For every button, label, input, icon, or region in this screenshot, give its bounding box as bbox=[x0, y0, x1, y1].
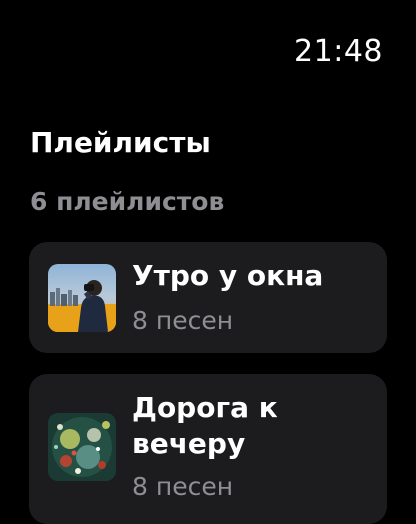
playlist-title: Дорога к вечеру bbox=[132, 391, 278, 460]
playlist-song-count: 8 песен bbox=[132, 472, 234, 501]
playlist-song-count: 8 песен bbox=[132, 306, 234, 335]
playlist-title: Утро у окна bbox=[132, 259, 324, 292]
playlist-count: 6 плейлистов bbox=[30, 187, 225, 216]
playlist-card-utro-u-okna[interactable]: Утро у окна 8 песен bbox=[29, 242, 387, 353]
status-time: 21:48 bbox=[294, 34, 383, 69]
abstract-paint-splatter-artwork bbox=[48, 413, 116, 481]
playlist-artwork-image bbox=[48, 264, 116, 332]
city-sunrise-person-artwork bbox=[48, 264, 116, 332]
playlist-card-doroga-k-vecheru[interactable]: Дорога к вечеру 8 песен bbox=[29, 374, 387, 524]
page-title: Плейлисты bbox=[30, 126, 211, 159]
playlist-artwork-image bbox=[48, 413, 116, 481]
